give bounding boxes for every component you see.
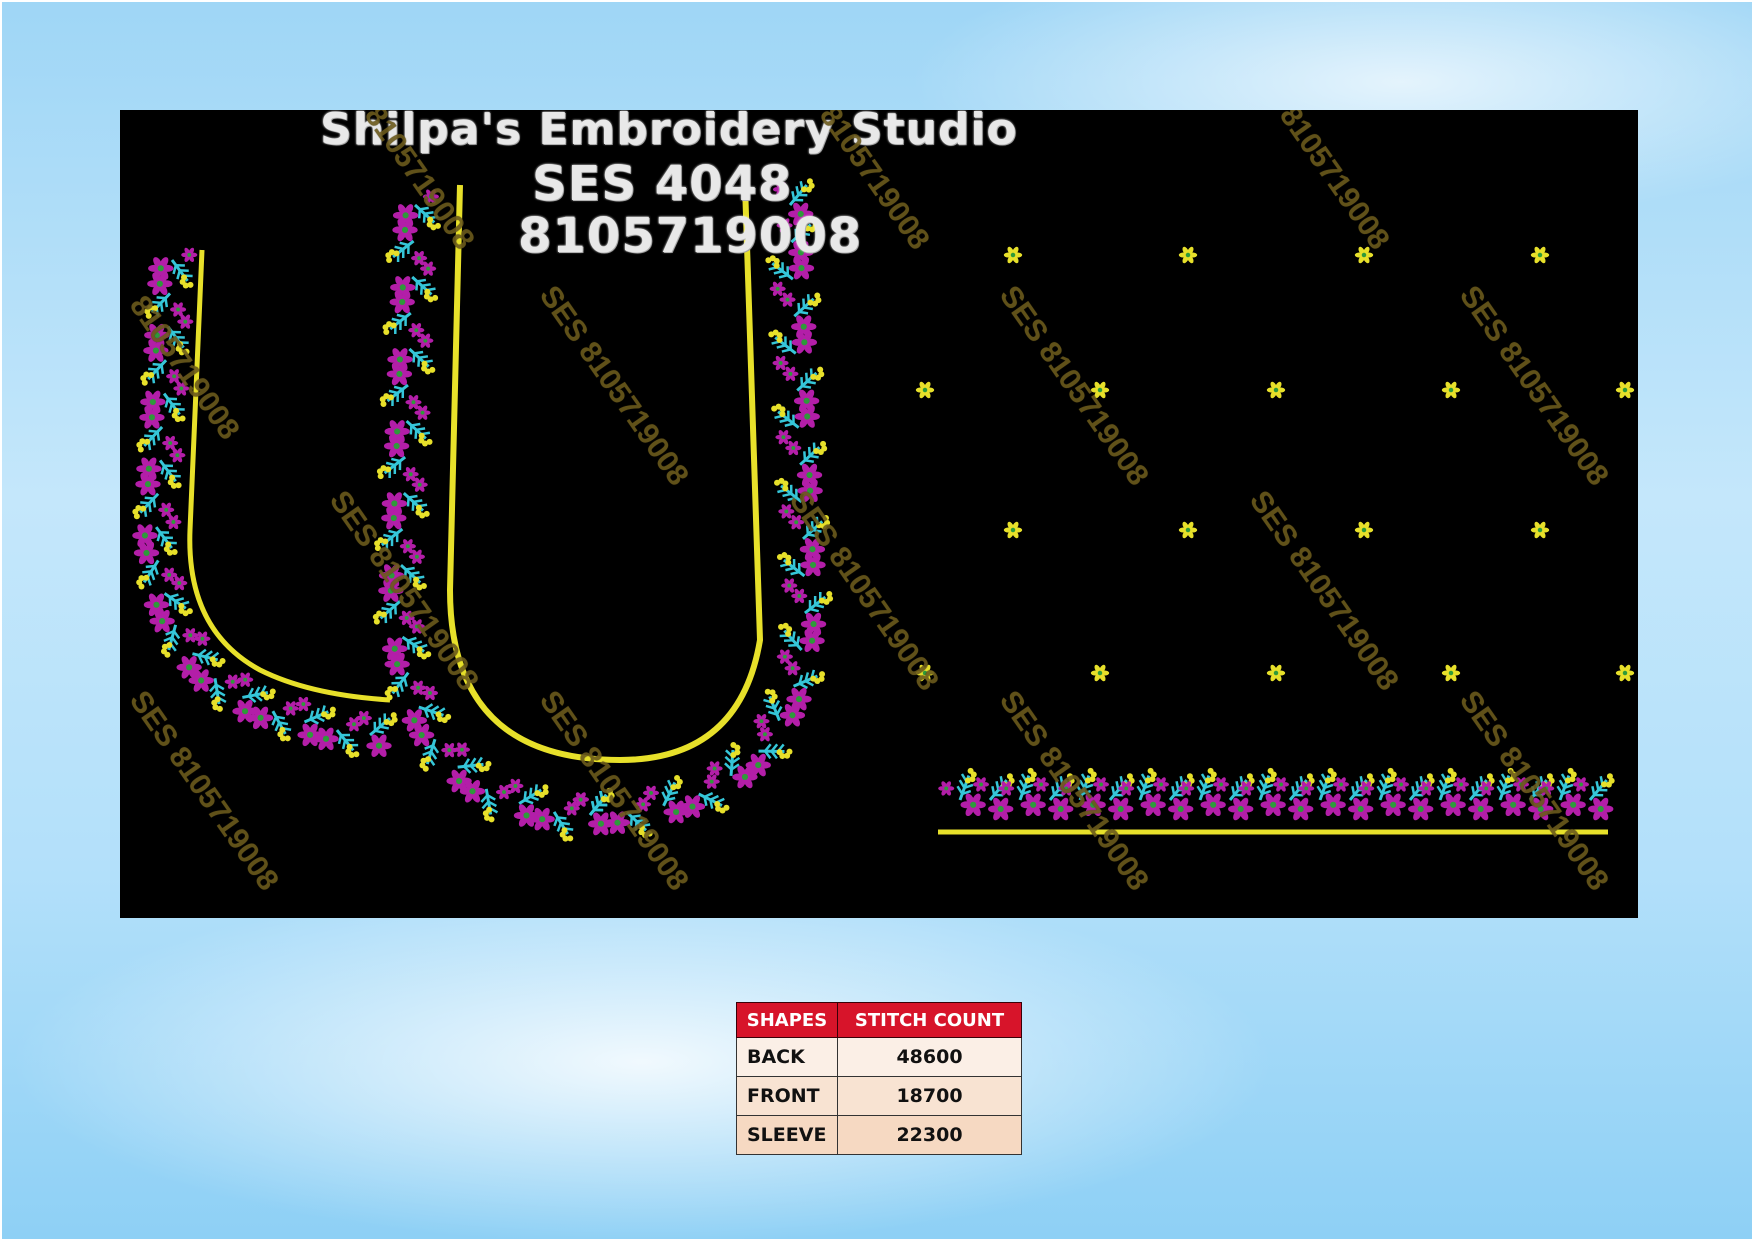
page-background: Shilpa's Embroidery Studio SES 4048 8105… [2,2,1752,1239]
design-code: SES 4048 [532,156,793,212]
shape-name: SLEEVE [736,1115,838,1155]
embroidery-design-preview: Shilpa's Embroidery Studio SES 4048 8105… [120,110,1638,918]
header-shapes: SHAPES [736,1002,838,1038]
stitch-count: 48600 [837,1037,1022,1077]
stitch-count: 22300 [837,1115,1022,1155]
phone-number: 8105719008 [518,208,862,264]
stitch-count-table: SHAPES STITCH COUNT BACK 48600 FRONT 187… [736,1002,1022,1155]
table-row: SLEEVE 22300 [736,1115,1022,1155]
table-row: FRONT 18700 [736,1076,1022,1116]
table-header-row: SHAPES STITCH COUNT [736,1002,1022,1038]
back-neck-design [372,178,834,842]
table-row: BACK 48600 [736,1037,1022,1077]
stitch-count: 18700 [837,1076,1022,1116]
shape-name: FRONT [736,1076,838,1116]
header-stitch-count: STITCH COUNT [837,1002,1022,1038]
studio-name: Shilpa's Embroidery Studio [320,110,1018,155]
shape-name: BACK [736,1037,838,1077]
